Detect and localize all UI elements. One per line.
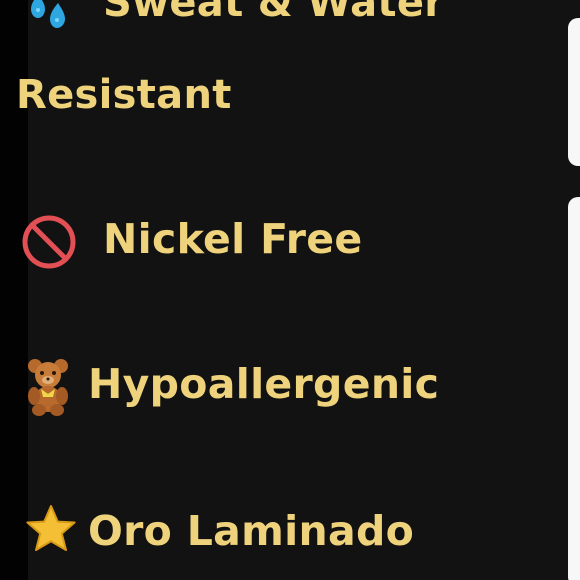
no-sign-icon	[22, 215, 76, 269]
feature-text-line: Oro Laminado	[88, 507, 415, 555]
feature-screen: Sweat & Water Resistant Nickel Free Hypo…	[0, 0, 580, 580]
feature-text-line: Sweat & Water	[103, 0, 445, 26]
right-edge-card	[568, 18, 580, 166]
teddy-bear-icon	[28, 359, 68, 416]
feature-text-line: Nickel Free	[103, 215, 363, 263]
feature-text-line: Hypoallergenic	[88, 360, 440, 408]
star-icon	[26, 505, 76, 551]
feature-text-line: Resistant	[16, 72, 232, 118]
water-drops-icon	[31, 0, 65, 28]
right-edge-card	[568, 197, 580, 580]
